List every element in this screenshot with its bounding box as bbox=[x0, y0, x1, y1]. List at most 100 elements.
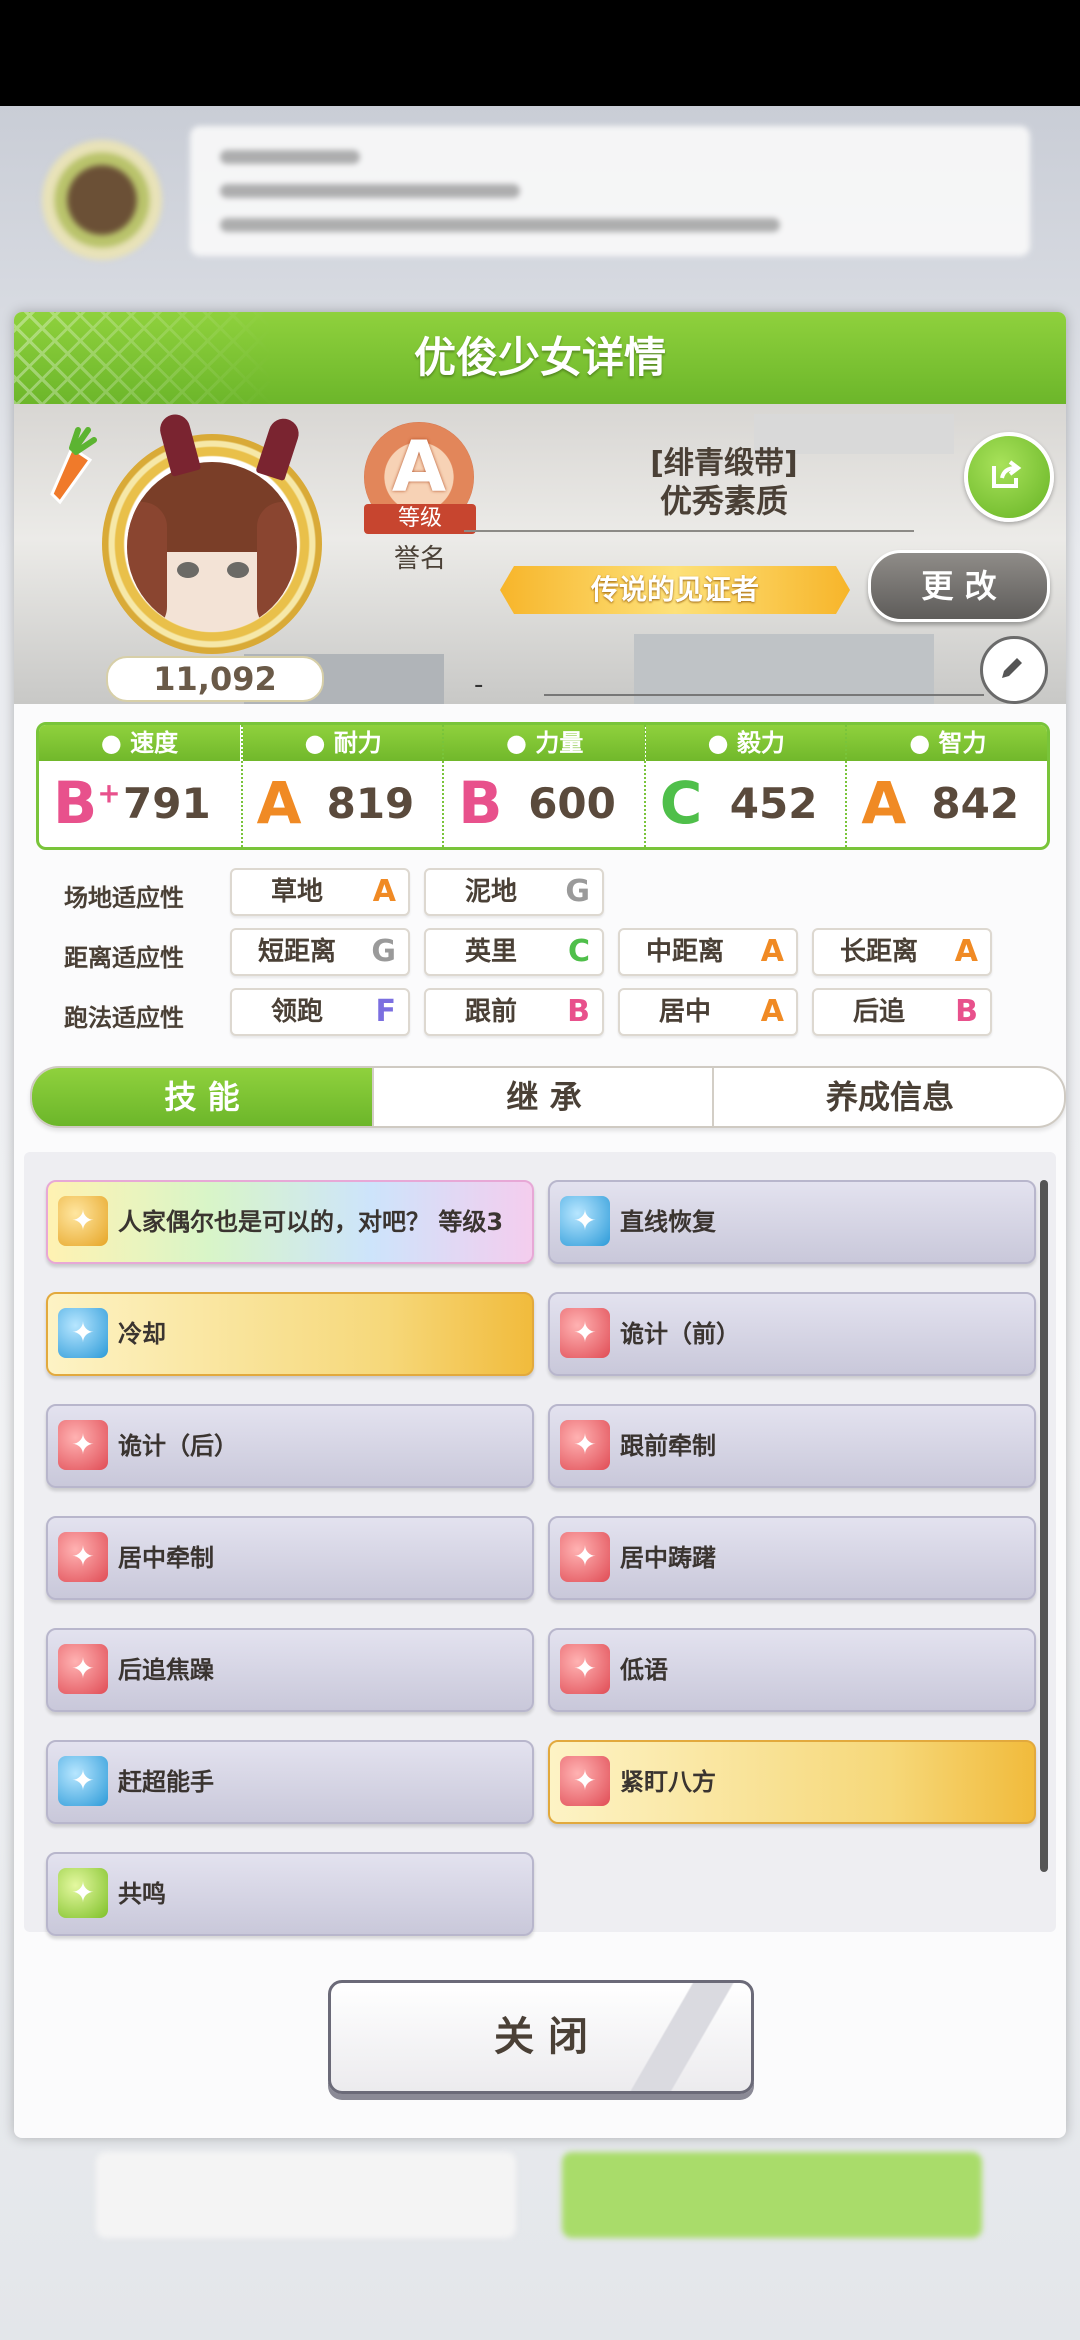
skill-icon: ✦ bbox=[560, 1756, 610, 1806]
skill-icon: ✦ bbox=[560, 1532, 610, 1582]
aptitude-name: 英里 bbox=[464, 937, 517, 967]
stat-value: 842 bbox=[931, 779, 1020, 828]
skill-label: 诡计（后） bbox=[118, 1432, 238, 1460]
aptitude-distance-item: 短距离 G bbox=[230, 928, 410, 976]
skill-label: 直线恢复 bbox=[620, 1208, 716, 1236]
aptitude-surface-item: 草地 A bbox=[230, 868, 410, 916]
skill-list[interactable]: ✦ 人家偶尔也是可以的，对吧？ 等级3 ✦ 直线恢复 ✦ 冷却 ✦ 诡计（前） ✦ 诡计（后） ✦ 跟… bbox=[24, 1152, 1056, 1936]
stat-grade: B bbox=[458, 769, 503, 837]
skill-icon: ✦ bbox=[560, 1196, 610, 1246]
profile-hero: 11,092 A 等级 誉名 [绯青缎带] 优秀素质 传说的见证者 更 改 - bbox=[14, 404, 1066, 704]
tab-skills[interactable]: 技 能 bbox=[32, 1068, 372, 1126]
memo-text: - bbox=[474, 670, 484, 700]
aptitude-name: 短距离 bbox=[257, 937, 336, 967]
aptitude-grade: C bbox=[567, 934, 590, 969]
stat-value: 819 bbox=[326, 779, 415, 828]
skill-item[interactable]: ✦ 低语 bbox=[548, 1628, 1036, 1712]
skill-icon: ✦ bbox=[58, 1532, 108, 1582]
aptitude-name: 领跑 bbox=[270, 997, 323, 1027]
aptitude-name: 居中 bbox=[658, 997, 711, 1027]
shoe-icon: ● bbox=[100, 729, 131, 757]
pencil-icon bbox=[1002, 658, 1022, 678]
close-button-label: 关 闭 bbox=[494, 2014, 588, 2060]
rank-ribbon: 等级 bbox=[364, 504, 476, 534]
skill-icon: ✦ bbox=[58, 1420, 108, 1470]
stat-cell: ● 力量 B 600 bbox=[442, 725, 646, 847]
skill-label: 诡计（前） bbox=[620, 1320, 740, 1348]
skill-label: 后追焦躁 bbox=[118, 1656, 214, 1684]
stat-cell: ● 毅力 C 452 bbox=[643, 725, 847, 847]
edit-memo-button[interactable] bbox=[980, 636, 1048, 704]
rank-letter: A bbox=[391, 426, 447, 508]
aptitude-name: 后追 bbox=[852, 997, 905, 1027]
skill-label: 紧盯八方 bbox=[620, 1768, 716, 1796]
skill-icon: ✦ bbox=[58, 1196, 108, 1246]
flame-icon: ● bbox=[707, 729, 737, 757]
stat-name: 智力 bbox=[938, 729, 987, 757]
carrot-icon bbox=[50, 427, 97, 505]
distance-aptitude-label: 距离适应性 bbox=[64, 944, 184, 972]
skill-label: 共鸣 bbox=[118, 1880, 166, 1908]
skill-item[interactable]: ✦ 居中踌躇 bbox=[548, 1516, 1036, 1600]
background-dialog bbox=[190, 126, 1030, 256]
surface-aptitude-label: 场地适应性 bbox=[64, 884, 184, 912]
panel-title: 优俊少女详情 bbox=[413, 333, 666, 382]
stat-grade: A bbox=[861, 769, 907, 837]
aptitude-style-item: 领跑 F bbox=[230, 988, 410, 1036]
aptitude-grade: B bbox=[567, 994, 590, 1029]
aptitude-distance-item: 中距离 A bbox=[618, 928, 798, 976]
aptitude-name: 长距离 bbox=[839, 937, 918, 967]
aptitude-name: 草地 bbox=[270, 877, 323, 907]
stat-header: ● 耐力 bbox=[242, 725, 444, 761]
skill-icon: ✦ bbox=[58, 1868, 108, 1918]
share-icon bbox=[992, 460, 1022, 488]
stat-header: ● 力量 bbox=[444, 725, 646, 761]
title-name: 优秀素质 bbox=[659, 482, 788, 520]
skill-item[interactable]: ✦ 跟前牵制 bbox=[548, 1404, 1036, 1488]
skill-list-scrollbar[interactable] bbox=[1040, 1180, 1048, 1872]
aptitude-distance-item: 长距离 A bbox=[812, 928, 992, 976]
aptitude-name: 中距离 bbox=[645, 937, 724, 967]
skill-item[interactable]: ✦ 紧盯八方 bbox=[548, 1740, 1036, 1824]
skill-icon: ✦ bbox=[58, 1308, 108, 1358]
aptitude-name: 泥地 bbox=[464, 877, 517, 907]
skill-item[interactable]: ✦ 冷却 bbox=[46, 1292, 534, 1376]
skill-item[interactable]: ✦ 诡计（后） bbox=[46, 1404, 534, 1488]
skill-item[interactable]: ✦ 人家偶尔也是可以的，对吧？ 等级3 bbox=[46, 1180, 534, 1264]
stats-table: ● 速度 B+ 791 ● 耐力 A 819 ● 力量 B 600 ● 毅力 C 452 ● 智力 A 84… bbox=[36, 722, 1050, 850]
character-portrait bbox=[127, 462, 297, 632]
skill-item[interactable]: ✦ 直线恢复 bbox=[548, 1180, 1036, 1264]
aptitude-grade: A bbox=[760, 994, 784, 1029]
background-button-right bbox=[562, 2152, 982, 2238]
change-title-button[interactable]: 更 改 bbox=[868, 550, 1050, 622]
skill-item[interactable]: ✦ 居中牵制 bbox=[46, 1516, 534, 1600]
stat-name: 力量 bbox=[535, 729, 584, 757]
aptitude-surface-item: 泥地 G bbox=[424, 868, 604, 916]
stat-name: 耐力 bbox=[333, 729, 382, 757]
skill-item[interactable]: ✦ 赶超能手 bbox=[46, 1740, 534, 1824]
tab-training-info[interactable]: 养成信息 bbox=[712, 1068, 1064, 1126]
tab-inheritance[interactable]: 继 承 bbox=[372, 1068, 714, 1126]
skill-label: 冷却 bbox=[118, 1320, 166, 1348]
skill-icon: ✦ bbox=[560, 1420, 610, 1470]
close-button[interactable]: 关 闭 bbox=[328, 1980, 754, 2094]
fan-count: 11,092 bbox=[106, 656, 324, 702]
stat-value: 452 bbox=[729, 779, 818, 828]
skill-item[interactable]: ✦ 诡计（前） bbox=[548, 1292, 1036, 1376]
stat-name: 毅力 bbox=[736, 729, 785, 757]
aptitude-name: 跟前 bbox=[464, 997, 517, 1027]
skill-item[interactable]: ✦ 共鸣 bbox=[46, 1852, 534, 1936]
background-avatar bbox=[42, 140, 162, 260]
stat-grade: C bbox=[659, 769, 703, 837]
share-button[interactable] bbox=[964, 432, 1054, 522]
skill-item[interactable]: ✦ 后追焦躁 bbox=[46, 1628, 534, 1712]
style-aptitude-label: 跑法适应性 bbox=[64, 1004, 184, 1032]
skill-label: 跟前牵制 bbox=[620, 1432, 716, 1460]
aptitude-distance-item: 英里 C bbox=[424, 928, 604, 976]
heart-icon: ● bbox=[304, 729, 334, 757]
stat-grade: B+ bbox=[53, 769, 121, 837]
horse-girl-detail-panel: 优俊少女详情 11,092 A 等级 誉名 [绯青缎带] 优秀素质 传说的见证者… bbox=[14, 312, 1066, 2138]
aptitude-style-item: 后追 B bbox=[812, 988, 992, 1036]
stat-header: ● 毅力 bbox=[645, 725, 847, 761]
legend-title-banner: 传说的见证者 bbox=[500, 566, 850, 614]
